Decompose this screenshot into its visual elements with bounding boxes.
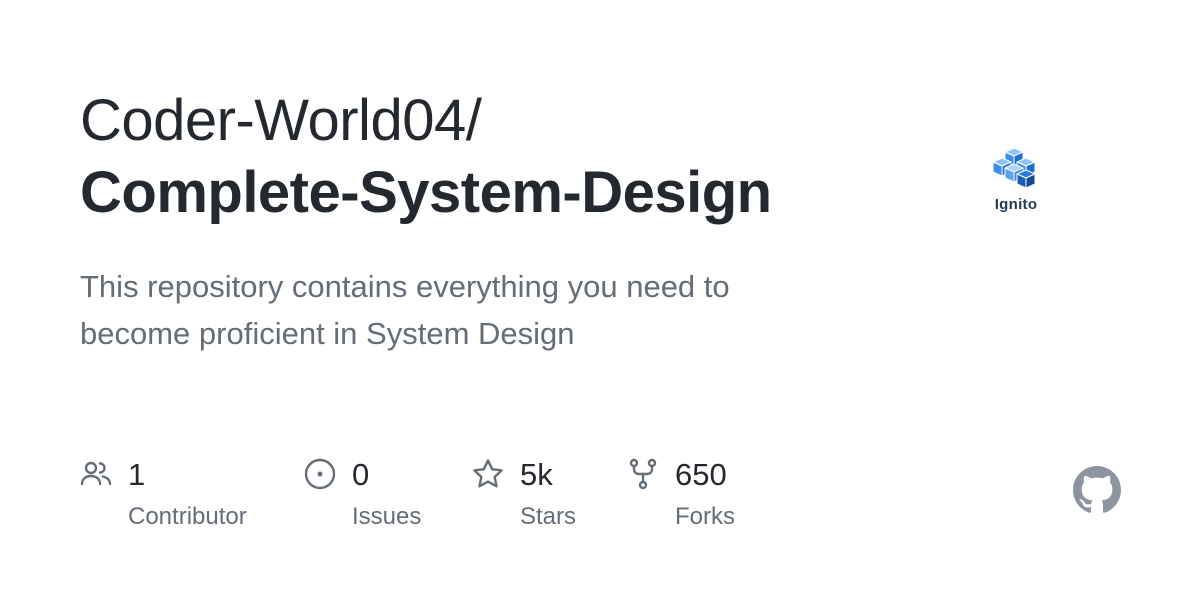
org-logo: Ignito [988,146,1044,216]
star-icon [473,459,503,488]
stacked-cubes-icon [992,147,1036,189]
stat-contributors-value: 1 [128,457,146,492]
github-mark-icon [1073,466,1121,513]
repository-name[interactable]: Complete-System-Design [80,160,772,226]
stat-stars-label: Stars [520,503,577,530]
repository-social-card: Coder-World04/ Complete-System-Design Th… [0,0,1200,600]
fork-icon [629,458,657,490]
stat-forks-value: 650 [675,457,727,492]
repository-owner[interactable]: Coder-World04/ [80,88,482,154]
stat-contributors-label: Contributor [128,503,247,530]
stat-issues-label: Issues [352,503,422,530]
stat-forks-label: Forks [675,503,735,530]
repository-description: This repository contains everything you … [80,269,730,351]
stat-stars-value: 5k [520,457,553,492]
people-icon [80,461,112,486]
stat-issues-value: 0 [352,457,370,492]
issue-circle-icon [304,458,336,490]
org-logo-label: Ignito [994,196,1038,213]
